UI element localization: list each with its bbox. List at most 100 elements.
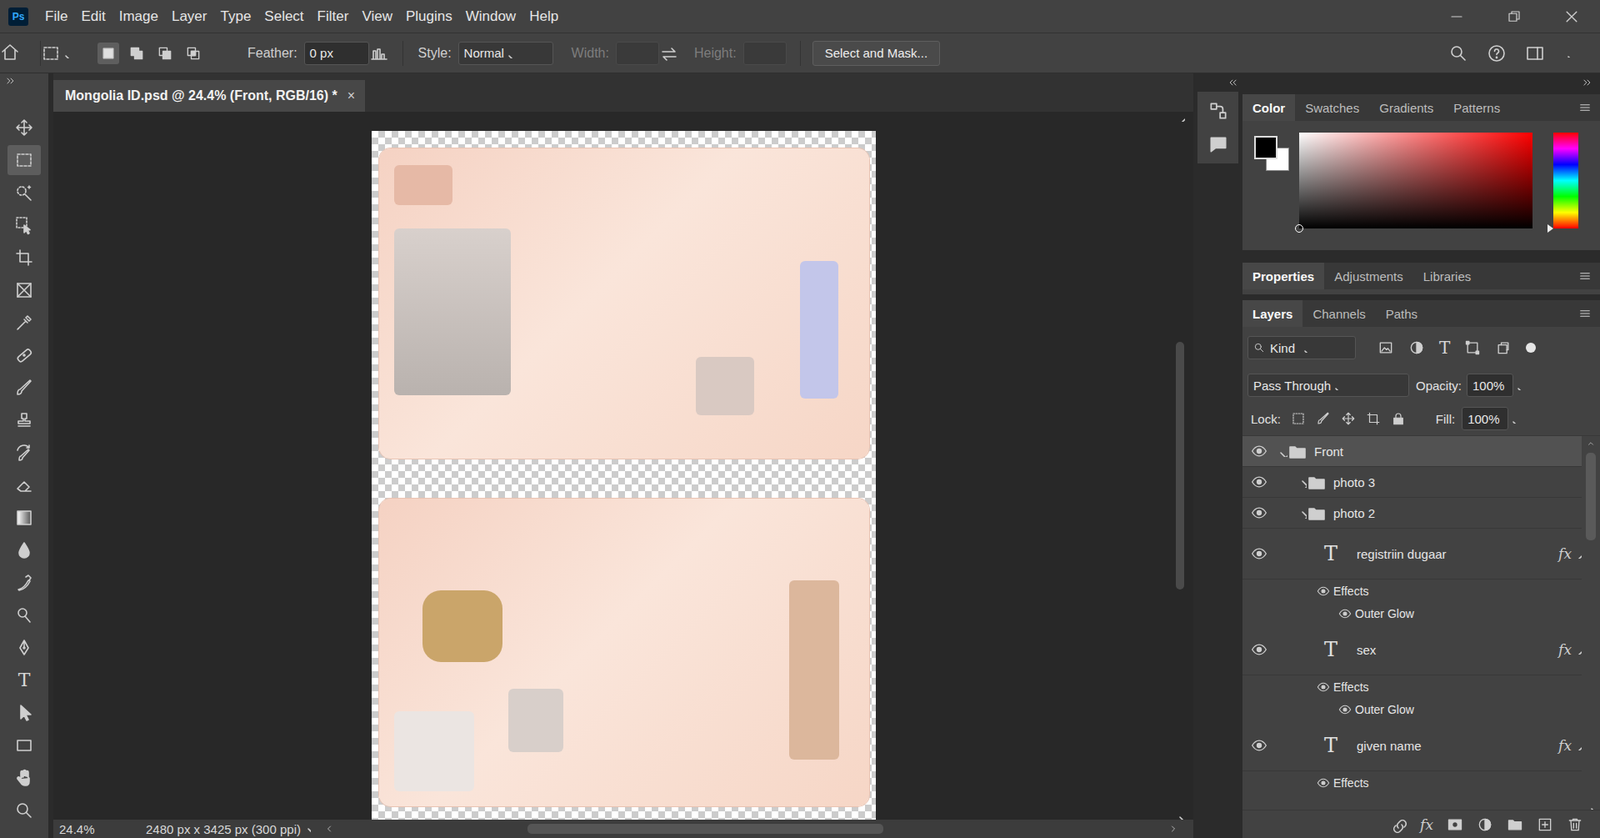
effect-row[interactable]: Outer Glow — [1242, 697, 1582, 720]
menu-item[interactable]: Plugins — [405, 8, 453, 25]
restore-button[interactable] — [1485, 0, 1543, 34]
selection-mode-icon — [185, 45, 202, 62]
tool-button[interactable] — [7, 535, 41, 565]
selection-mode-button[interactable] — [125, 42, 148, 65]
fill-input[interactable]: 100% — [1461, 406, 1509, 430]
blend-mode-dropdown[interactable]: Pass Through — [1247, 373, 1410, 397]
scroll-thumb[interactable] — [1585, 452, 1596, 540]
tool-button[interactable] — [7, 762, 41, 793]
color-panel-tabs: ColorSwatchesGradientsPatterns — [1242, 94, 1600, 121]
panel-tab[interactable]: Libraries — [1413, 262, 1482, 290]
opacity-input[interactable]: 100% — [1466, 373, 1514, 397]
menu-item[interactable]: Layer — [171, 8, 208, 25]
tool-button[interactable] — [7, 340, 41, 370]
menu-item[interactable]: File — [45, 8, 68, 25]
tool-button[interactable] — [7, 210, 41, 240]
type-filter-icon[interactable]: T — [1439, 337, 1450, 358]
panel-tab-label: Adjustments — [1334, 269, 1404, 284]
panel-tab[interactable]: Swatches — [1295, 94, 1370, 121]
tool-button[interactable] — [7, 795, 41, 825]
canvas-area[interactable] — [53, 111, 1194, 820]
selection-mode-button[interactable] — [97, 42, 120, 65]
select-and-mask-button[interactable]: Select and Mask... — [812, 40, 940, 66]
menu-item[interactable]: Type — [220, 8, 251, 25]
tool-button[interactable] — [7, 697, 41, 728]
effects-row[interactable]: Effects — [1242, 579, 1582, 602]
layer-group-row[interactable]: photo 2 — [1242, 497, 1582, 529]
selection-mode-button[interactable] — [182, 42, 205, 65]
vertical-scrollbar[interactable] — [1173, 111, 1187, 820]
tool-button[interactable] — [7, 307, 41, 338]
color-picker-ring[interactable] — [1295, 224, 1304, 233]
panel-tab[interactable]: Adjustments — [1324, 262, 1414, 290]
layer-filter-dropdown[interactable]: Kind — [1247, 335, 1356, 360]
document-tab[interactable]: Mongolia ID.psd @ 24.4% (Front, RGB/16) … — [53, 80, 365, 112]
scroll-thumb[interactable] — [1175, 341, 1185, 590]
style-value: Normal — [464, 45, 505, 60]
panel-tab[interactable]: Properties — [1242, 262, 1325, 290]
menu-item[interactable]: Select — [264, 8, 304, 25]
close-tab-button[interactable]: × — [347, 88, 355, 104]
zoom-level[interactable]: 24.4% — [59, 821, 135, 836]
layer-effects-badge[interactable]: fx — [1558, 640, 1572, 658]
tool-button[interactable]: T — [7, 665, 41, 695]
document-image[interactable] — [371, 130, 876, 820]
tool-button[interactable] — [7, 177, 41, 208]
tool-bar: T — [0, 73, 49, 838]
tool-button[interactable] — [7, 112, 41, 143]
horizontal-scrollbar[interactable] — [324, 819, 1179, 838]
layer-effects-badge[interactable]: fx — [1558, 545, 1572, 562]
minimize-button[interactable] — [1427, 0, 1485, 34]
layer-group-row[interactable]: photo 3 — [1242, 466, 1582, 498]
visibility-eye-icon — [1316, 680, 1330, 694]
tool-button[interactable] — [7, 730, 41, 760]
tool-button[interactable] — [7, 470, 41, 500]
close-button[interactable] — [1542, 0, 1600, 34]
hue-pointer[interactable] — [1547, 224, 1554, 233]
panel-tab[interactable]: Gradients — [1369, 94, 1444, 121]
selection-mode-button[interactable] — [154, 42, 176, 65]
style-dropdown[interactable]: Normal — [458, 41, 554, 65]
add-layer-style-button[interactable]: fx — [1420, 815, 1434, 833]
panel-tab[interactable]: Channels — [1302, 300, 1375, 327]
feather-input[interactable]: 0 px — [304, 41, 370, 65]
tool-button[interactable] — [7, 372, 41, 403]
text-layer-row[interactable]: Tsexfx — [1242, 624, 1582, 675]
panel-tab[interactable]: Layers — [1242, 300, 1303, 327]
blur-tool-icon — [14, 540, 35, 560]
scroll-thumb[interactable] — [527, 823, 884, 834]
layer-effects-badge[interactable]: fx — [1558, 736, 1572, 754]
tool-button[interactable] — [7, 437, 41, 468]
menu-item[interactable]: Edit — [80, 8, 105, 25]
tool-button[interactable] — [7, 275, 41, 305]
effects-row[interactable]: Effects — [1242, 675, 1582, 698]
tool-button[interactable] — [7, 502, 41, 533]
effect-row[interactable]: Outer Glow — [1242, 601, 1582, 625]
color-field[interactable] — [1299, 132, 1533, 229]
tool-button[interactable] — [7, 567, 41, 598]
panel-tab[interactable]: Paths — [1375, 300, 1428, 327]
text-layer-row[interactable]: Tgiven namefx — [1242, 720, 1582, 771]
menu-item[interactable]: View — [361, 8, 393, 25]
foreground-color-swatch[interactable] — [1254, 135, 1278, 160]
tool-button[interactable] — [7, 145, 41, 175]
tool-button[interactable] — [7, 600, 41, 630]
menu-item[interactable]: Filter — [317, 8, 350, 25]
eyedropper-tool-icon — [14, 312, 35, 333]
menu-item[interactable]: Help — [529, 8, 559, 25]
panel-tab[interactable]: Color — [1242, 94, 1295, 121]
restore-icon — [1506, 9, 1522, 25]
tool-button[interactable] — [7, 242, 41, 273]
tool-button[interactable] — [7, 632, 41, 663]
menu-item[interactable]: Window — [465, 8, 516, 25]
panel-tab[interactable]: Patterns — [1443, 94, 1510, 121]
hue-slider[interactable] — [1553, 132, 1579, 229]
menu-item[interactable]: Image — [119, 8, 159, 25]
tool-button[interactable] — [7, 405, 41, 435]
lock-pixels-icon — [1290, 410, 1306, 426]
layers-scrollbar[interactable] — [1581, 435, 1600, 810]
filter-toggle[interactable] — [1525, 342, 1536, 353]
effects-row[interactable]: Effects — [1242, 770, 1582, 794]
text-layer-row[interactable]: Tregistriin dugaarfx — [1242, 528, 1582, 580]
layer-group-row[interactable]: Front — [1242, 435, 1582, 467]
